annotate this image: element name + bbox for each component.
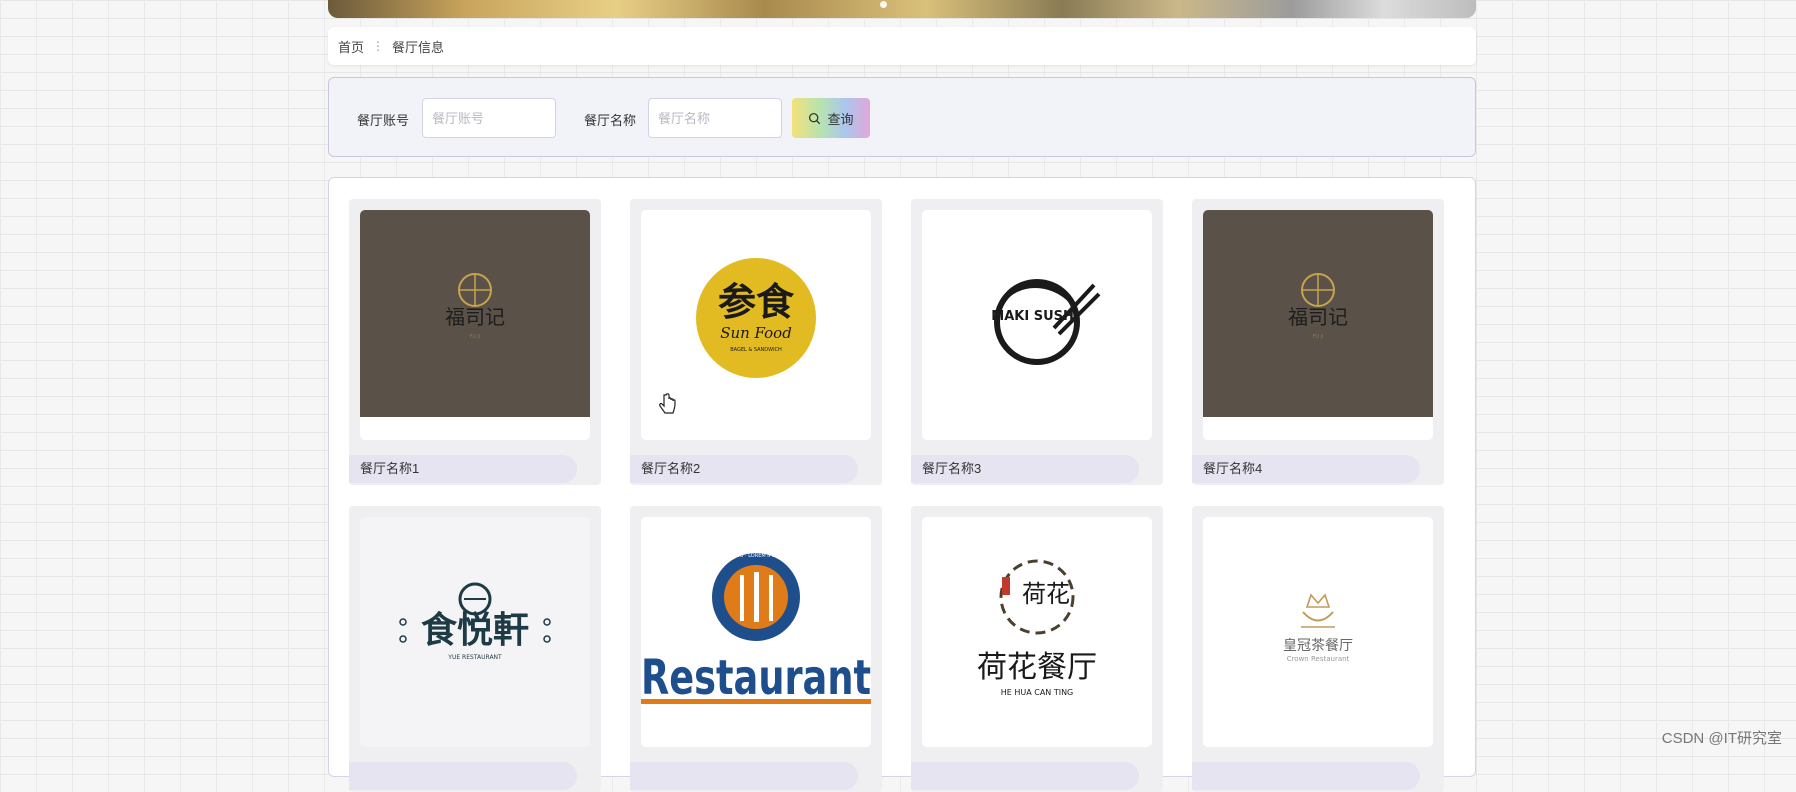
svg-text:MAKI SUSHI: MAKI SUSHI xyxy=(991,309,1078,324)
restaurant-name-label: 餐厅名称 xyxy=(584,113,637,128)
breadcrumb-current: 餐厅信息 xyxy=(392,39,445,55)
restaurant-name[interactable] xyxy=(630,762,858,790)
svg-text:HE HUA CAN TING: HE HUA CAN TING xyxy=(1001,688,1074,697)
maki-sushi-logo: MAKI SUSHI xyxy=(991,279,1101,365)
restaurant-image[interactable]: 荷花 荷花餐厅 HE HUA CAN TING xyxy=(922,517,1152,747)
restaurant-card[interactable]: LOGO · LOREM IPSUM Restaurant xyxy=(630,506,882,792)
restaurant-card[interactable]: 福司记 FU JI 餐厅名称1 xyxy=(349,199,601,485)
restaurant-name[interactable] xyxy=(349,762,577,790)
restaurant-image[interactable]: 福司记 FU JI xyxy=(1203,210,1433,440)
yue-xuan-logo: 食悦軒 YUE RESTAURANT xyxy=(399,582,551,661)
restaurant-image[interactable]: MAKI SUSHI xyxy=(922,210,1152,440)
restaurant-image[interactable]: 皇冠茶餐厅 Crown Restaurant xyxy=(1203,517,1433,747)
search-icon xyxy=(809,112,821,124)
svg-text:荷花: 荷花 xyxy=(1022,580,1070,608)
top-banner-image xyxy=(328,0,1476,18)
crown-logo: 皇冠茶餐厅 Crown Restaurant xyxy=(1283,593,1353,663)
restaurant-image[interactable]: 福司记 FU JI xyxy=(360,210,590,440)
svg-text:食悦軒: 食悦軒 xyxy=(421,609,529,651)
watermark: CSDN @IT研究室 xyxy=(1661,730,1782,747)
account-label: 餐厅账号 xyxy=(357,113,410,128)
svg-text:Crown Restaurant: Crown Restaurant xyxy=(1287,655,1350,663)
svg-text:LOGO · LOREM IPSUM: LOGO · LOREM IPSUM xyxy=(729,553,783,559)
restaurant-name[interactable]: 餐厅名称3 xyxy=(911,455,1139,483)
restaurant-card[interactable]: 福司记 FU JI 餐厅名称4 xyxy=(1192,199,1444,485)
restaurant-image[interactable]: 食悦軒 YUE RESTAURANT xyxy=(360,517,590,747)
restaurant-card[interactable]: 皇冠茶餐厅 Crown Restaurant xyxy=(1192,506,1444,792)
account-input[interactable] xyxy=(422,98,556,138)
svg-text:皇冠茶餐厅: 皇冠茶餐厅 xyxy=(1283,638,1353,654)
restaurant-name[interactable] xyxy=(1192,762,1420,790)
svg-text:福司记: 福司记 xyxy=(1288,305,1348,329)
restaurant-name-input[interactable] xyxy=(648,98,782,138)
svg-text:荷花餐厅: 荷花餐厅 xyxy=(977,650,1097,685)
svg-text:Sun Food: Sun Food xyxy=(720,324,792,342)
breadcrumb-home[interactable]: 首页 xyxy=(338,37,364,56)
search-panel: 餐厅账号 餐厅名称 查询 xyxy=(328,77,1476,157)
svg-text:FU JI: FU JI xyxy=(1312,334,1323,340)
fu-ji-logo: 福司记 FU JI xyxy=(360,210,590,417)
restaurant-name[interactable]: 餐厅名称2 xyxy=(630,455,858,483)
carousel-indicator[interactable] xyxy=(880,1,887,8)
he-hua-logo: 荷花 荷花餐厅 HE HUA CAN TING xyxy=(977,559,1097,697)
restaurant-card[interactable]: 食悦軒 YUE RESTAURANT xyxy=(349,506,601,792)
svg-text:Restaurant: Restaurant xyxy=(641,650,871,706)
search-button[interactable]: 查询 xyxy=(792,98,870,138)
fu-ji-logo: 福司记 FU JI xyxy=(1203,210,1433,417)
breadcrumb: 首页 ⋮ 餐厅信息 xyxy=(328,27,1476,65)
restaurant-image[interactable]: LOGO · LOREM IPSUM Restaurant xyxy=(641,517,871,747)
restaurant-card[interactable]: 荷花 荷花餐厅 HE HUA CAN TING xyxy=(911,506,1163,792)
breadcrumb-separator-icon: ⋮ xyxy=(372,39,385,53)
restaurant-card[interactable]: MAKI SUSHI 餐厅名称3 xyxy=(911,199,1163,485)
restaurant-name[interactable]: 餐厅名称4 xyxy=(1192,455,1420,483)
restaurant-list: 福司记 FU JI 餐厅名称1 参食 Sun Food BAGEL & SAND… xyxy=(328,177,1476,792)
svg-text:福司记: 福司记 xyxy=(445,305,505,329)
search-button-label: 查询 xyxy=(827,111,854,127)
svg-text:BAGEL & SANDWICH: BAGEL & SANDWICH xyxy=(730,347,782,353)
restaurant-name[interactable] xyxy=(911,762,1139,790)
restaurant-name[interactable]: 餐厅名称1 xyxy=(349,455,577,483)
restaurant-card[interactable]: 参食 Sun Food BAGEL & SANDWICH 餐厅名称2 xyxy=(630,199,882,485)
svg-text:YUE RESTAURANT: YUE RESTAURANT xyxy=(447,654,502,661)
hand-pointer-cursor-icon xyxy=(659,393,676,414)
svg-text:FU JI: FU JI xyxy=(469,334,480,340)
svg-text:参食: 参食 xyxy=(718,279,795,324)
restaurant-logo: LOGO · LOREM IPSUM Restaurant xyxy=(641,553,871,706)
